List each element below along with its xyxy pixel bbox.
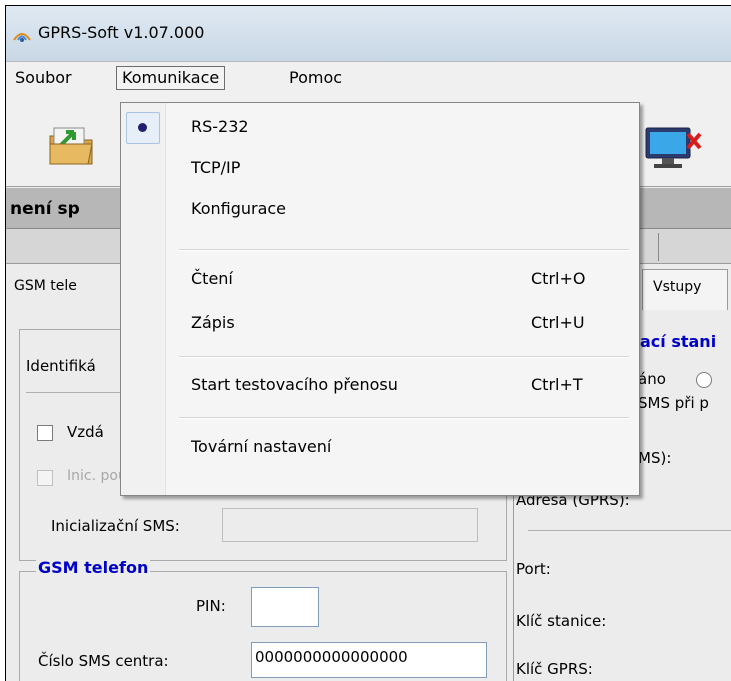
menu-item-label: TCP/IP xyxy=(191,158,241,177)
menu-item-label: Zápis xyxy=(191,313,235,332)
remote-checkbox-label: Vzdá xyxy=(67,423,104,441)
tab-vstupy[interactable]: Vstupy xyxy=(642,269,728,310)
init-sms-label: Inicializační SMS: xyxy=(51,517,180,535)
menu-item-shortcut: Ctrl+U xyxy=(531,313,585,332)
menu-bar: Soubor Komunikace Pomoc xyxy=(6,61,731,96)
sms-center-label: Číslo SMS centra: xyxy=(38,652,169,670)
menu-item-label: RS-232 xyxy=(191,117,249,136)
station-key-label: Klíč stanice: xyxy=(516,612,607,630)
init-only-checkbox[interactable] xyxy=(37,470,53,486)
menu-separator xyxy=(179,249,629,251)
identification-label: Identifiká xyxy=(26,357,96,375)
menu-item-shortcut: Ctrl+O xyxy=(531,269,586,288)
menu-item-label: Konfigurace xyxy=(191,199,287,218)
komunikace-dropdown: RS-232 TCP/IP Konfigurace Čtení Ctrl+O Z… xyxy=(120,102,640,496)
init-sms-input[interactable] xyxy=(222,508,478,542)
menu-item-zapis[interactable]: Zápis Ctrl+U xyxy=(121,303,639,341)
radio-dot-icon xyxy=(138,123,147,132)
upload-icon[interactable] xyxy=(46,120,96,166)
strip-divider xyxy=(658,233,659,261)
disconnect-icon[interactable] xyxy=(642,124,702,170)
sms-center-input[interactable]: 0000000000000000 xyxy=(251,642,487,678)
menu-item-cteni[interactable]: Čtení Ctrl+O xyxy=(121,259,639,297)
gprs-key-label: Klíč GPRS: xyxy=(516,660,593,678)
gsm-phone-group-title: GSM telefon xyxy=(36,558,151,577)
menu-separator xyxy=(179,356,629,358)
tab-gsm-telefon[interactable]: GSM tele xyxy=(14,278,77,294)
menu-item-konfigurace[interactable]: Konfigurace xyxy=(121,189,639,227)
right-sms-field-label: MS): xyxy=(638,449,672,467)
radio-checked-box xyxy=(126,112,160,144)
menu-item-label: Start testovacího přenosu xyxy=(191,375,398,394)
pin-label: PIN: xyxy=(196,597,226,615)
pin-input[interactable] xyxy=(251,587,319,627)
app-icon xyxy=(12,26,32,42)
window-title: GPRS-Soft v1.07.000 xyxy=(38,23,205,42)
right-radio-label: áno xyxy=(638,370,666,388)
title-bar: GPRS-Soft v1.07.000 xyxy=(6,6,731,61)
menu-item-shortcut: Ctrl+T xyxy=(531,375,583,394)
menu-item-label: Čtení xyxy=(191,269,233,288)
menu-komunikace[interactable]: Komunikace xyxy=(116,66,226,90)
right-sms-label: SMS při p xyxy=(638,394,709,412)
right-group-title: ací stani xyxy=(638,332,719,351)
app-window: GPRS-Soft v1.07.000 Soubor Komunikace Po… xyxy=(5,5,731,681)
right-separator xyxy=(528,530,731,531)
tab-vstupy-label: Vstupy xyxy=(653,279,702,295)
menu-item-start-test[interactable]: Start testovacího přenosu Ctrl+T xyxy=(121,365,639,403)
menu-item-tcpip[interactable]: TCP/IP xyxy=(121,148,639,186)
menu-item-factory-reset[interactable]: Tovární nastavení xyxy=(121,427,639,465)
panel-title: není sp xyxy=(10,199,80,219)
menu-item-rs232[interactable]: RS-232 xyxy=(121,107,639,145)
menu-item-label: Tovární nastavení xyxy=(191,437,332,456)
menu-pomoc[interactable]: Pomoc xyxy=(284,67,347,89)
menu-soubor[interactable]: Soubor xyxy=(10,67,77,89)
right-radio-button[interactable] xyxy=(696,372,712,388)
menu-separator xyxy=(179,417,629,419)
remote-checkbox[interactable] xyxy=(37,425,53,441)
port-label: Port: xyxy=(516,560,551,578)
